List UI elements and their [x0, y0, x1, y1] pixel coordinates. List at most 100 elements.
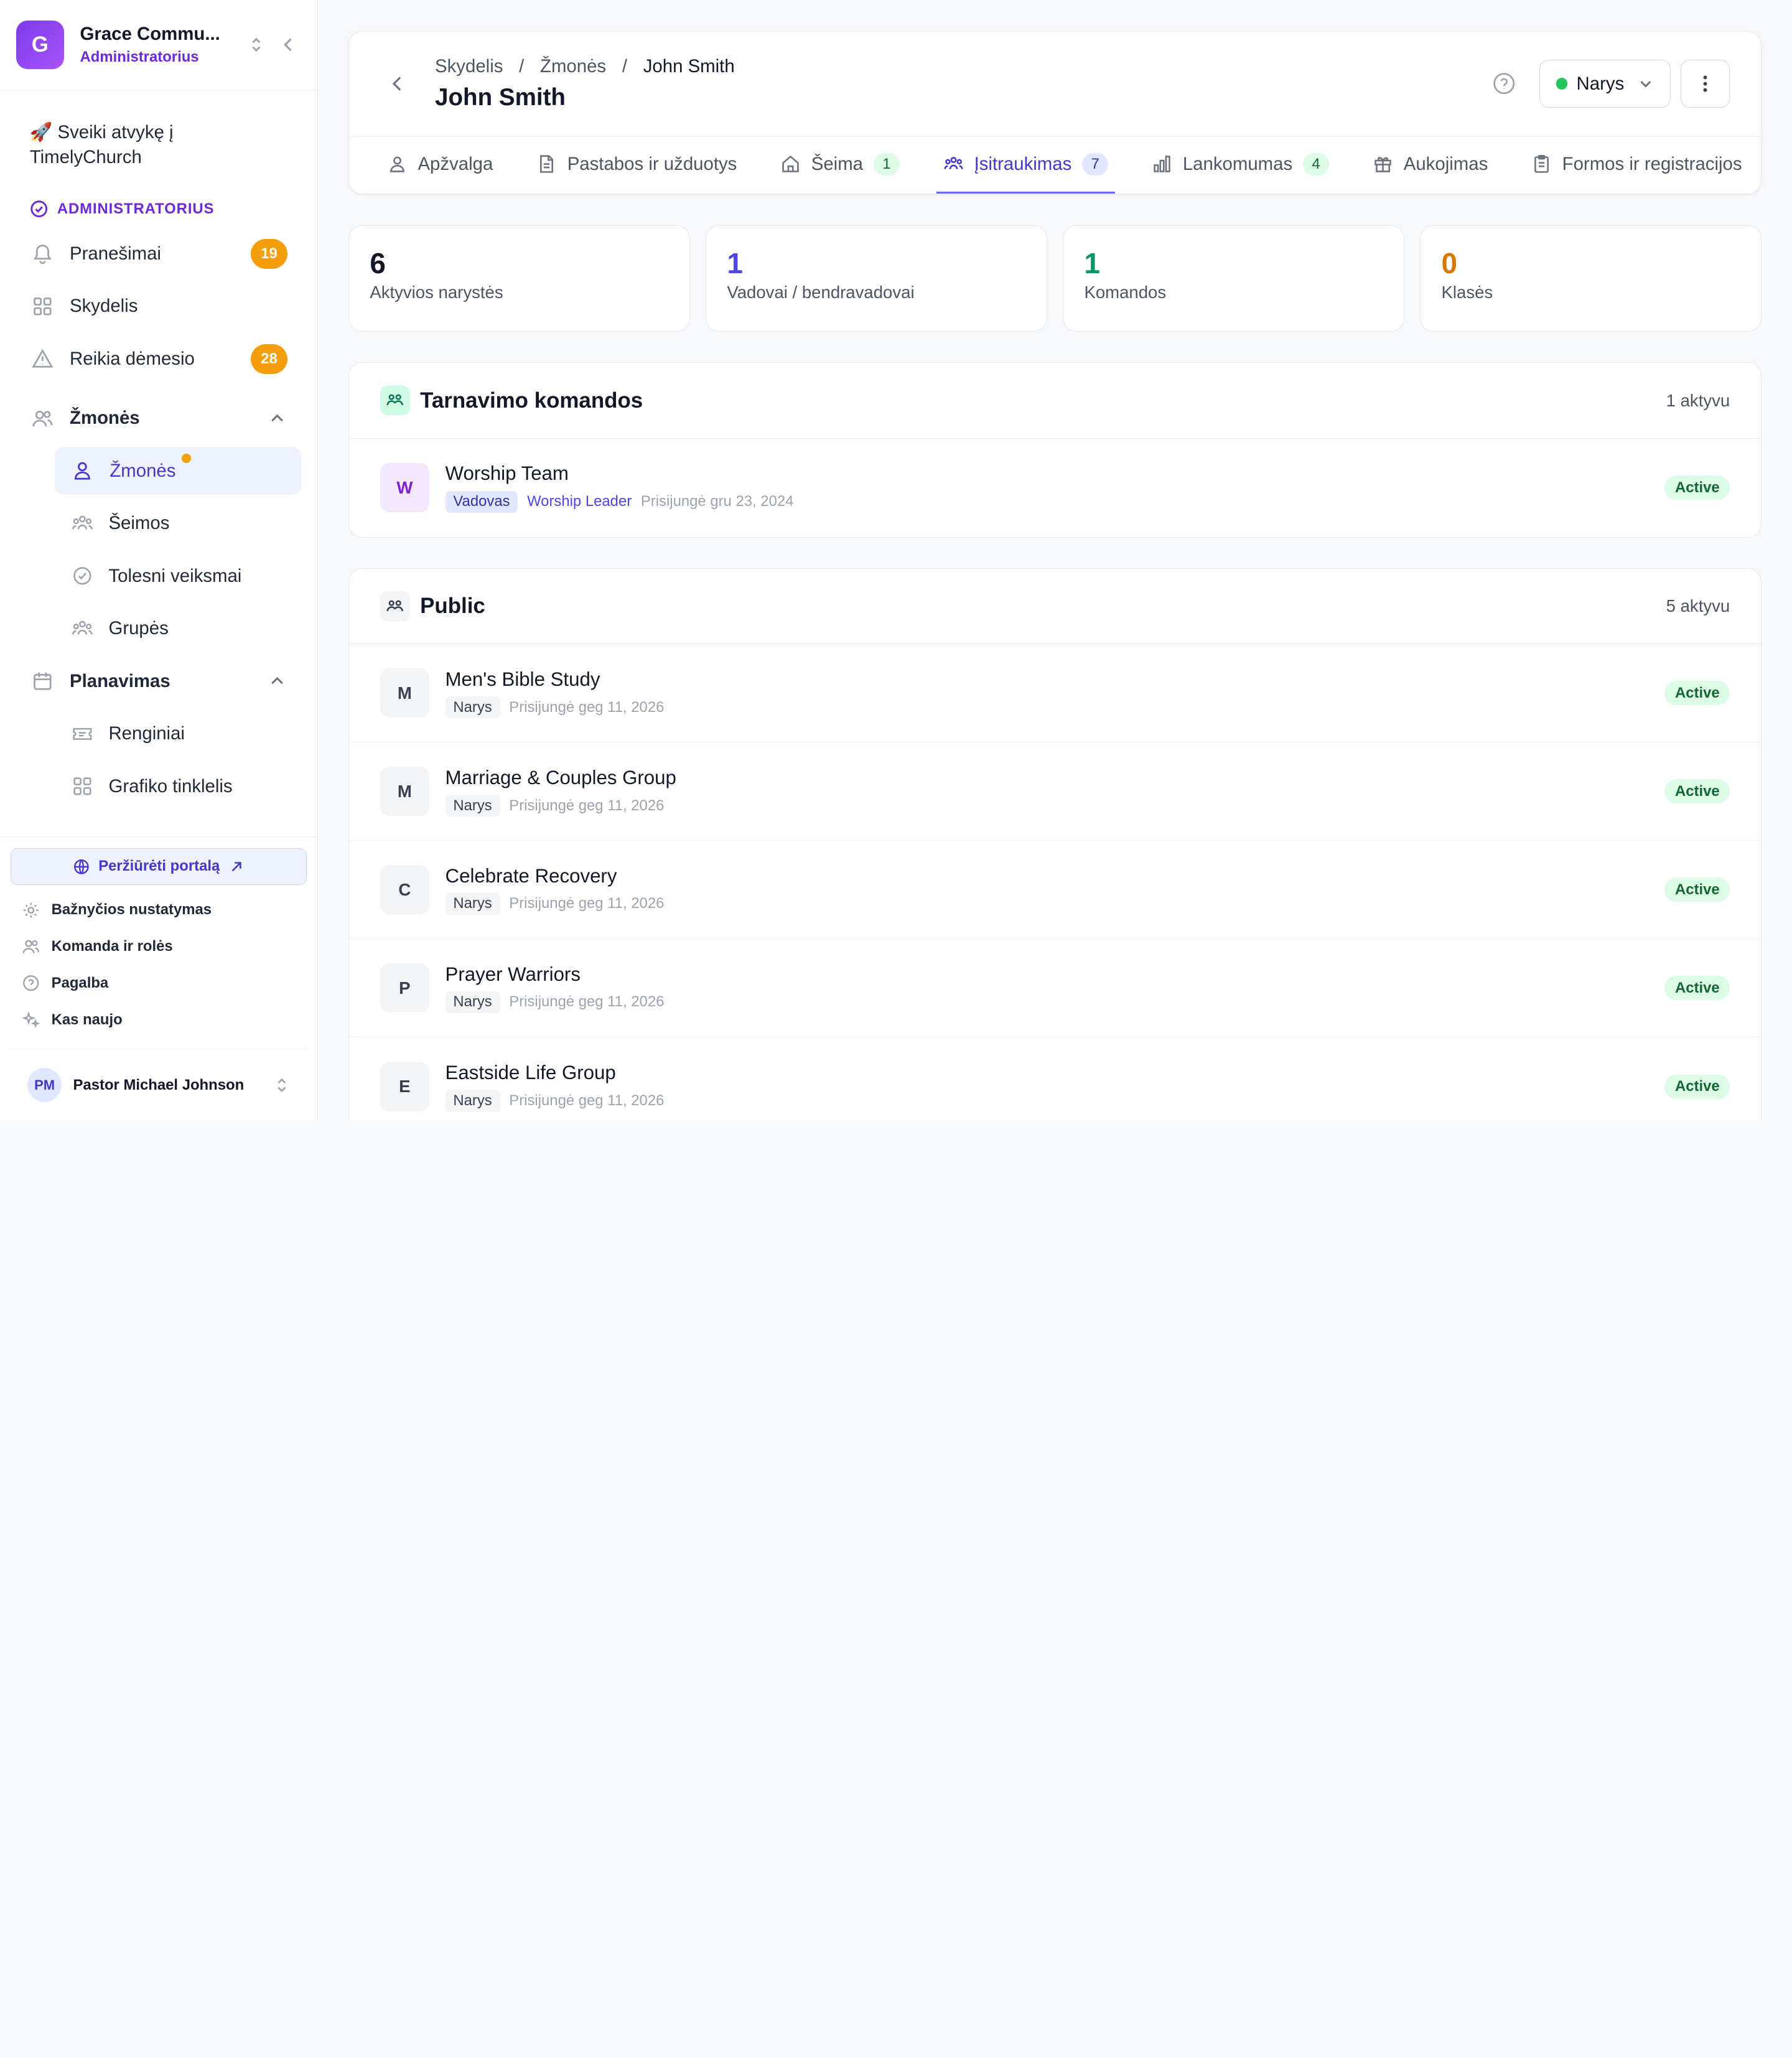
list-item[interactable]: W Worship Team Vadovas Worship Leader Pr… — [349, 439, 1761, 537]
user-menu[interactable]: PM Pastor Michael Johnson — [10, 1049, 307, 1120]
stat-label: Komandos — [1084, 282, 1167, 302]
tab-count-badge: 4 — [1302, 153, 1330, 175]
role-chip: Narys — [445, 794, 500, 817]
list-item[interactable]: M Men's Bible Study Narys Prisijungė geg… — [349, 644, 1761, 743]
bell-icon — [30, 241, 55, 266]
help-link[interactable]: Pagalba — [11, 965, 307, 1001]
document-icon — [536, 154, 557, 174]
profile-header: Skydelis / Žmonės / John Smith John Smit… — [348, 30, 1762, 195]
sidebar-item-label: Planavimas — [70, 670, 170, 691]
chevron-down-icon — [1638, 76, 1654, 92]
group-name[interactable]: Eastside Life Group — [446, 1062, 1665, 1084]
sidebar-nav: 🚀 Sveiki atvykę į TimelyChurch ADMINISTR… — [0, 90, 317, 836]
tab-attendance[interactable]: Lankomumas 4 — [1145, 137, 1336, 194]
list-item[interactable]: M Marriage & Couples Group Narys Prisiju… — [349, 742, 1761, 841]
chevron-up-down-icon[interactable] — [244, 32, 269, 57]
tab-forms[interactable]: Formos ir registracijos — [1524, 137, 1749, 194]
section-title: Public — [420, 594, 485, 619]
role-chip: Narys — [445, 991, 500, 1014]
list-item[interactable]: C Celebrate Recovery Narys Prisijungė ge… — [349, 841, 1761, 940]
family-icon — [70, 511, 95, 536]
group-name[interactable]: Worship Team — [446, 462, 1665, 485]
stat-card-teams: 1 Komandos — [1063, 225, 1404, 332]
status-dot — [1556, 78, 1567, 90]
users-icon — [30, 406, 55, 431]
sidebar-item-label: Pranešimai — [70, 243, 161, 264]
status-badge: Active — [1664, 681, 1730, 706]
sidebar-item-events[interactable]: Renginiai — [16, 710, 301, 758]
group-name[interactable]: Celebrate Recovery — [446, 865, 1665, 887]
gift-icon — [1373, 154, 1393, 174]
sidebar-group-planning[interactable]: Planavimas — [16, 657, 301, 705]
more-vertical-icon — [1695, 73, 1715, 94]
status-badge: Active — [1664, 877, 1730, 902]
tab-overview[interactable]: Apžvalga — [380, 137, 500, 194]
involvement-stats: 6 Aktyvios narystės 1 Vadovai / bendrava… — [348, 225, 1762, 332]
chevron-up-icon[interactable] — [267, 671, 287, 691]
status-badge: Active — [1664, 976, 1730, 1001]
stat-value: 6 — [370, 247, 386, 280]
ticket-icon — [70, 721, 95, 746]
main-content: Skydelis / Žmonės / John Smith John Smit… — [318, 0, 1792, 1121]
user-icon — [70, 458, 95, 483]
section-count: 1 aktyvu — [1666, 390, 1730, 410]
sidebar-item-groups[interactable]: Grupės — [16, 605, 301, 653]
group-name[interactable]: Marriage & Couples Group — [446, 767, 1665, 789]
calendar-icon — [30, 668, 55, 693]
stat-card-leaders: 1 Vadovai / bendravadovai — [706, 225, 1047, 332]
more-options-button[interactable] — [1681, 60, 1730, 108]
group-name[interactable]: Men's Bible Study — [446, 668, 1665, 691]
group-avatar: C — [380, 865, 429, 915]
org-switcher[interactable]: G Grace Commu... Administratorius — [0, 0, 317, 91]
group-name[interactable]: Prayer Warriors — [446, 963, 1665, 986]
stat-label: Aktyvios narystės — [370, 282, 503, 302]
sidebar-item-followups[interactable]: Tolesni veiksmai — [16, 552, 301, 600]
sidebar-item-schedule-grid[interactable]: Grafiko tinklelis — [16, 762, 301, 810]
sidebar-item-people[interactable]: Žmonės — [55, 447, 301, 495]
breadcrumb-current: John Smith — [643, 56, 735, 77]
sidebar-item-label: Tolesni veiksmai — [108, 565, 242, 586]
sidebar-item-families[interactable]: Šeimos — [16, 500, 301, 548]
section-count: 5 aktyvu — [1666, 596, 1730, 616]
chevron-up-icon[interactable] — [267, 408, 287, 429]
sidebar-item-attention[interactable]: Reikia dėmesio 28 — [16, 335, 301, 383]
stat-card-active-memberships: 6 Aktyvios narystės — [348, 225, 690, 332]
role-chip: Narys — [445, 696, 500, 719]
chevron-up-down-icon[interactable] — [274, 1077, 290, 1093]
stat-card-classes: 0 Klasės — [1420, 225, 1762, 332]
back-arrow-icon[interactable] — [380, 67, 414, 101]
sidebar-item-notifications[interactable]: Pranešimai 19 — [16, 230, 301, 278]
stat-value: 1 — [727, 247, 743, 280]
page-title: John Smith — [435, 84, 566, 111]
breadcrumb-people[interactable]: Žmonės — [540, 56, 606, 77]
tab-notes-tasks[interactable]: Pastabos ir užduotys — [530, 137, 744, 194]
users-icon — [22, 937, 40, 955]
list-item[interactable]: E Eastside Life Group Narys Prisijungė g… — [349, 1037, 1761, 1120]
team-roles-link[interactable]: Komanda ir rolės — [11, 928, 307, 965]
sidebar-item-label: Grafiko tinklelis — [108, 775, 233, 797]
church-settings-link[interactable]: Bažnyčios nustatymas — [11, 892, 307, 928]
whats-new-link[interactable]: Kas naujo — [11, 1001, 307, 1038]
group-avatar: W — [380, 463, 429, 513]
tab-giving[interactable]: Aukojimas — [1366, 137, 1495, 194]
joined-date: Prisijungė geg 11, 2026 — [509, 698, 665, 716]
handshake-icon — [380, 385, 410, 416]
tab-family[interactable]: Šeima 1 — [773, 137, 907, 194]
public-groups-section: Public 5 aktyvu M Men's Bible Study Nary… — [348, 568, 1762, 1121]
group-avatar: M — [380, 767, 429, 816]
sidebar-group-people[interactable]: Žmonės — [16, 395, 301, 442]
profile-tabs: Apžvalga Pastabos ir užduotys Šeima 1 Įs… — [349, 137, 1761, 194]
joined-date: Prisijungė geg 11, 2026 — [509, 797, 665, 814]
question-circle-icon[interactable] — [1491, 71, 1516, 96]
member-status-select[interactable]: Narys — [1539, 60, 1671, 108]
sidebar-item-dashboard[interactable]: Skydelis — [16, 283, 301, 330]
list-item[interactable]: P Prayer Warriors Narys Prisijungė geg 1… — [349, 939, 1761, 1038]
view-portal-button[interactable]: Peržiūrėti portalą — [10, 848, 307, 885]
tab-involvement[interactable]: Įsitraukimas 7 — [936, 137, 1116, 194]
breadcrumb-separator: / — [519, 56, 525, 77]
collapse-sidebar-icon[interactable] — [276, 32, 301, 57]
breadcrumb-dashboard[interactable]: Skydelis — [435, 56, 503, 77]
home-icon — [780, 154, 801, 174]
question-circle-icon — [22, 974, 40, 992]
grid-icon — [70, 774, 95, 798]
